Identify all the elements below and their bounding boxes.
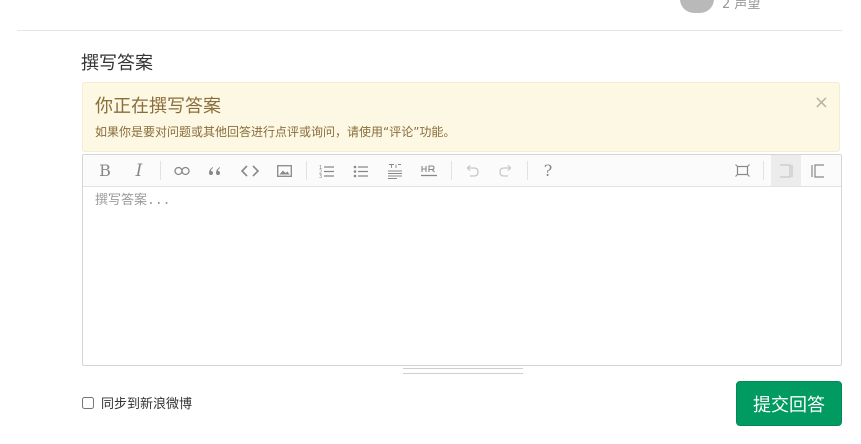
fullscreen-icon[interactable]	[729, 155, 755, 186]
toolbar-separator	[527, 161, 528, 180]
bold-button[interactable]: B	[92, 155, 118, 186]
code-icon[interactable]	[237, 155, 263, 186]
preview-toggle-icon[interactable]	[771, 155, 801, 186]
sync-weibo-checkbox[interactable]	[82, 396, 94, 409]
markdown-editor: B I 123 ? 撰写答案...	[82, 154, 842, 366]
image-icon[interactable]	[271, 155, 297, 186]
undo-icon[interactable]	[459, 155, 485, 186]
submit-answer-button[interactable]: 提交回答	[736, 381, 842, 426]
avatar[interactable]	[680, 0, 714, 13]
sync-weibo-label: 同步到新浪微博	[101, 397, 193, 412]
answer-section-title: 撰写答案	[81, 53, 153, 74]
link-icon[interactable]	[169, 155, 195, 186]
live-preview-icon[interactable]	[805, 155, 831, 186]
answer-textarea[interactable]	[83, 187, 841, 365]
italic-button[interactable]: I	[126, 155, 152, 186]
sync-weibo-option[interactable]: 同步到新浪微博	[82, 393, 192, 412]
alert-message: 如果你是要对问题或其他回答进行点评或询问，请使用“评论”功能。	[95, 125, 456, 139]
toolbar-separator	[306, 161, 307, 180]
reputation-count: 2 声望	[722, 0, 761, 12]
top-user-info: 2 声望	[680, 0, 761, 13]
ordered-list-icon[interactable]: 123	[314, 155, 340, 186]
heading-icon[interactable]	[382, 155, 408, 186]
redo-icon[interactable]	[493, 155, 519, 186]
editor-resize-handle[interactable]	[403, 368, 523, 374]
answer-notice-alert: 你正在撰写答案 如果你是要对问题或其他回答进行点评或询问，请使用“评论”功能。 …	[82, 82, 840, 152]
help-button[interactable]: ?	[535, 155, 561, 186]
svg-text:3: 3	[319, 174, 322, 178]
toolbar-separator	[160, 161, 161, 180]
quote-icon[interactable]	[202, 155, 228, 186]
toolbar-separator	[451, 161, 452, 180]
toolbar-separator	[763, 161, 764, 180]
editor-toolbar: B I 123 ?	[83, 155, 841, 187]
divider	[17, 30, 842, 31]
horizontal-rule-icon[interactable]	[416, 155, 442, 186]
alert-heading: 你正在撰写答案	[95, 96, 221, 117]
close-icon[interactable]: ×	[814, 94, 829, 112]
unordered-list-icon[interactable]	[348, 155, 374, 186]
